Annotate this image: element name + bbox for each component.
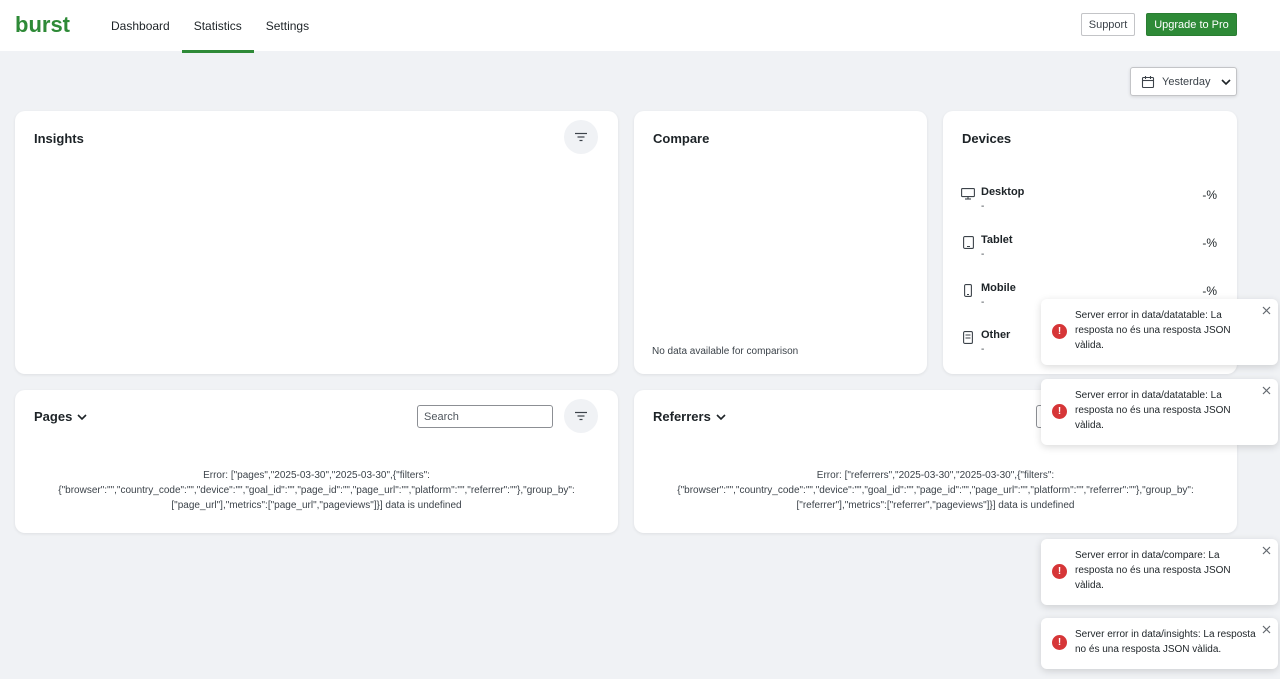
insights-title: Insights: [34, 131, 84, 146]
nav-dashboard[interactable]: Dashboard: [99, 0, 182, 51]
nav-statistics-label: Statistics: [193, 18, 242, 33]
pages-title: Pages: [34, 409, 73, 424]
device-count: -: [981, 249, 985, 260]
error-toast: ! Server error in data/compare: La respo…: [1041, 539, 1278, 605]
device-name: Tablet: [981, 234, 1013, 246]
upgrade-to-pro-button[interactable]: Upgrade to Pro: [1146, 13, 1237, 36]
close-icon[interactable]: [1261, 545, 1271, 555]
mobile-icon: [961, 283, 975, 297]
close-icon[interactable]: [1261, 624, 1271, 634]
toast-message: Server error in data/compare: La respost…: [1075, 550, 1231, 591]
error-icon: !: [1052, 404, 1067, 419]
tablet-icon: [961, 235, 975, 249]
toast-message: Server error in data/insights: La respos…: [1075, 629, 1256, 655]
error-icon: !: [1052, 635, 1067, 650]
filter-icon: [575, 132, 587, 142]
device-count: -: [981, 344, 985, 355]
pages-filter-button[interactable]: [564, 399, 598, 433]
insights-card: Insights: [15, 111, 618, 374]
device-row-tablet: Tablet - -%: [961, 233, 1219, 265]
device-name: Other: [981, 329, 1011, 341]
pages-card: Pages Error: ["pages","2025-03-30","2025…: [15, 390, 618, 533]
svg-text:burst: burst: [15, 13, 71, 37]
devices-title: Devices: [962, 131, 1012, 146]
close-icon[interactable]: [1261, 385, 1271, 395]
nav-settings[interactable]: Settings: [254, 0, 321, 51]
referrers-title: Referrers: [653, 409, 711, 424]
nav-statistics[interactable]: Statistics: [181, 0, 254, 53]
chevron-down-icon: [1220, 76, 1232, 88]
referrers-error-message: Error: ["referrers","2025-03-30","2025-0…: [677, 470, 1194, 511]
compare-card: Compare No data available for comparison: [634, 111, 927, 374]
device-count: -: [981, 201, 985, 212]
support-button[interactable]: Support: [1081, 13, 1135, 36]
nav-dashboard-label: Dashboard: [111, 18, 170, 33]
filter-icon: [575, 411, 587, 421]
date-range-picker[interactable]: Yesterday: [1130, 67, 1237, 96]
pages-search-input[interactable]: [417, 405, 553, 428]
calendar-icon: [1141, 75, 1155, 89]
burst-logo[interactable]: burst: [15, 13, 73, 37]
compare-title: Compare: [653, 131, 710, 146]
error-icon: !: [1052, 564, 1067, 579]
compare-empty-message: No data available for comparison: [652, 346, 799, 357]
date-range-label: Yesterday: [1162, 75, 1211, 88]
device-name: Desktop: [981, 186, 1025, 198]
device-name: Mobile: [981, 282, 1016, 294]
other-device-icon: [961, 330, 975, 344]
toast-message: Server error in data/datatable: La respo…: [1075, 390, 1231, 431]
insights-filter-button[interactable]: [564, 120, 598, 154]
close-icon[interactable]: [1261, 305, 1271, 315]
nav-settings-label: Settings: [265, 18, 310, 33]
device-percent: -%: [1202, 236, 1217, 250]
device-percent: -%: [1202, 284, 1217, 298]
burst-logo-mark: burst: [15, 13, 71, 37]
device-percent: -%: [1202, 188, 1217, 202]
error-toast: ! Server error in data/datatable: La res…: [1041, 379, 1278, 445]
pages-title-dropdown[interactable]: Pages: [34, 409, 88, 424]
chevron-down-icon: [76, 411, 88, 423]
error-toast: ! Server error in data/datatable: La res…: [1041, 299, 1278, 365]
chevron-down-icon: [715, 411, 727, 423]
device-row-desktop: Desktop - -%: [961, 185, 1219, 217]
top-bar: burst Dashboard Statistics Settings Supp…: [0, 0, 1280, 53]
error-icon: !: [1052, 324, 1067, 339]
device-count: -: [981, 297, 985, 308]
error-toast: ! Server error in data/insights: La resp…: [1041, 618, 1278, 669]
pages-error-message: Error: ["pages","2025-03-30","2025-03-30…: [58, 470, 575, 511]
referrers-title-dropdown[interactable]: Referrers: [653, 409, 727, 424]
main-nav: Dashboard Statistics Settings: [99, 0, 321, 53]
desktop-icon: [961, 187, 975, 201]
toast-message: Server error in data/datatable: La respo…: [1075, 310, 1231, 351]
